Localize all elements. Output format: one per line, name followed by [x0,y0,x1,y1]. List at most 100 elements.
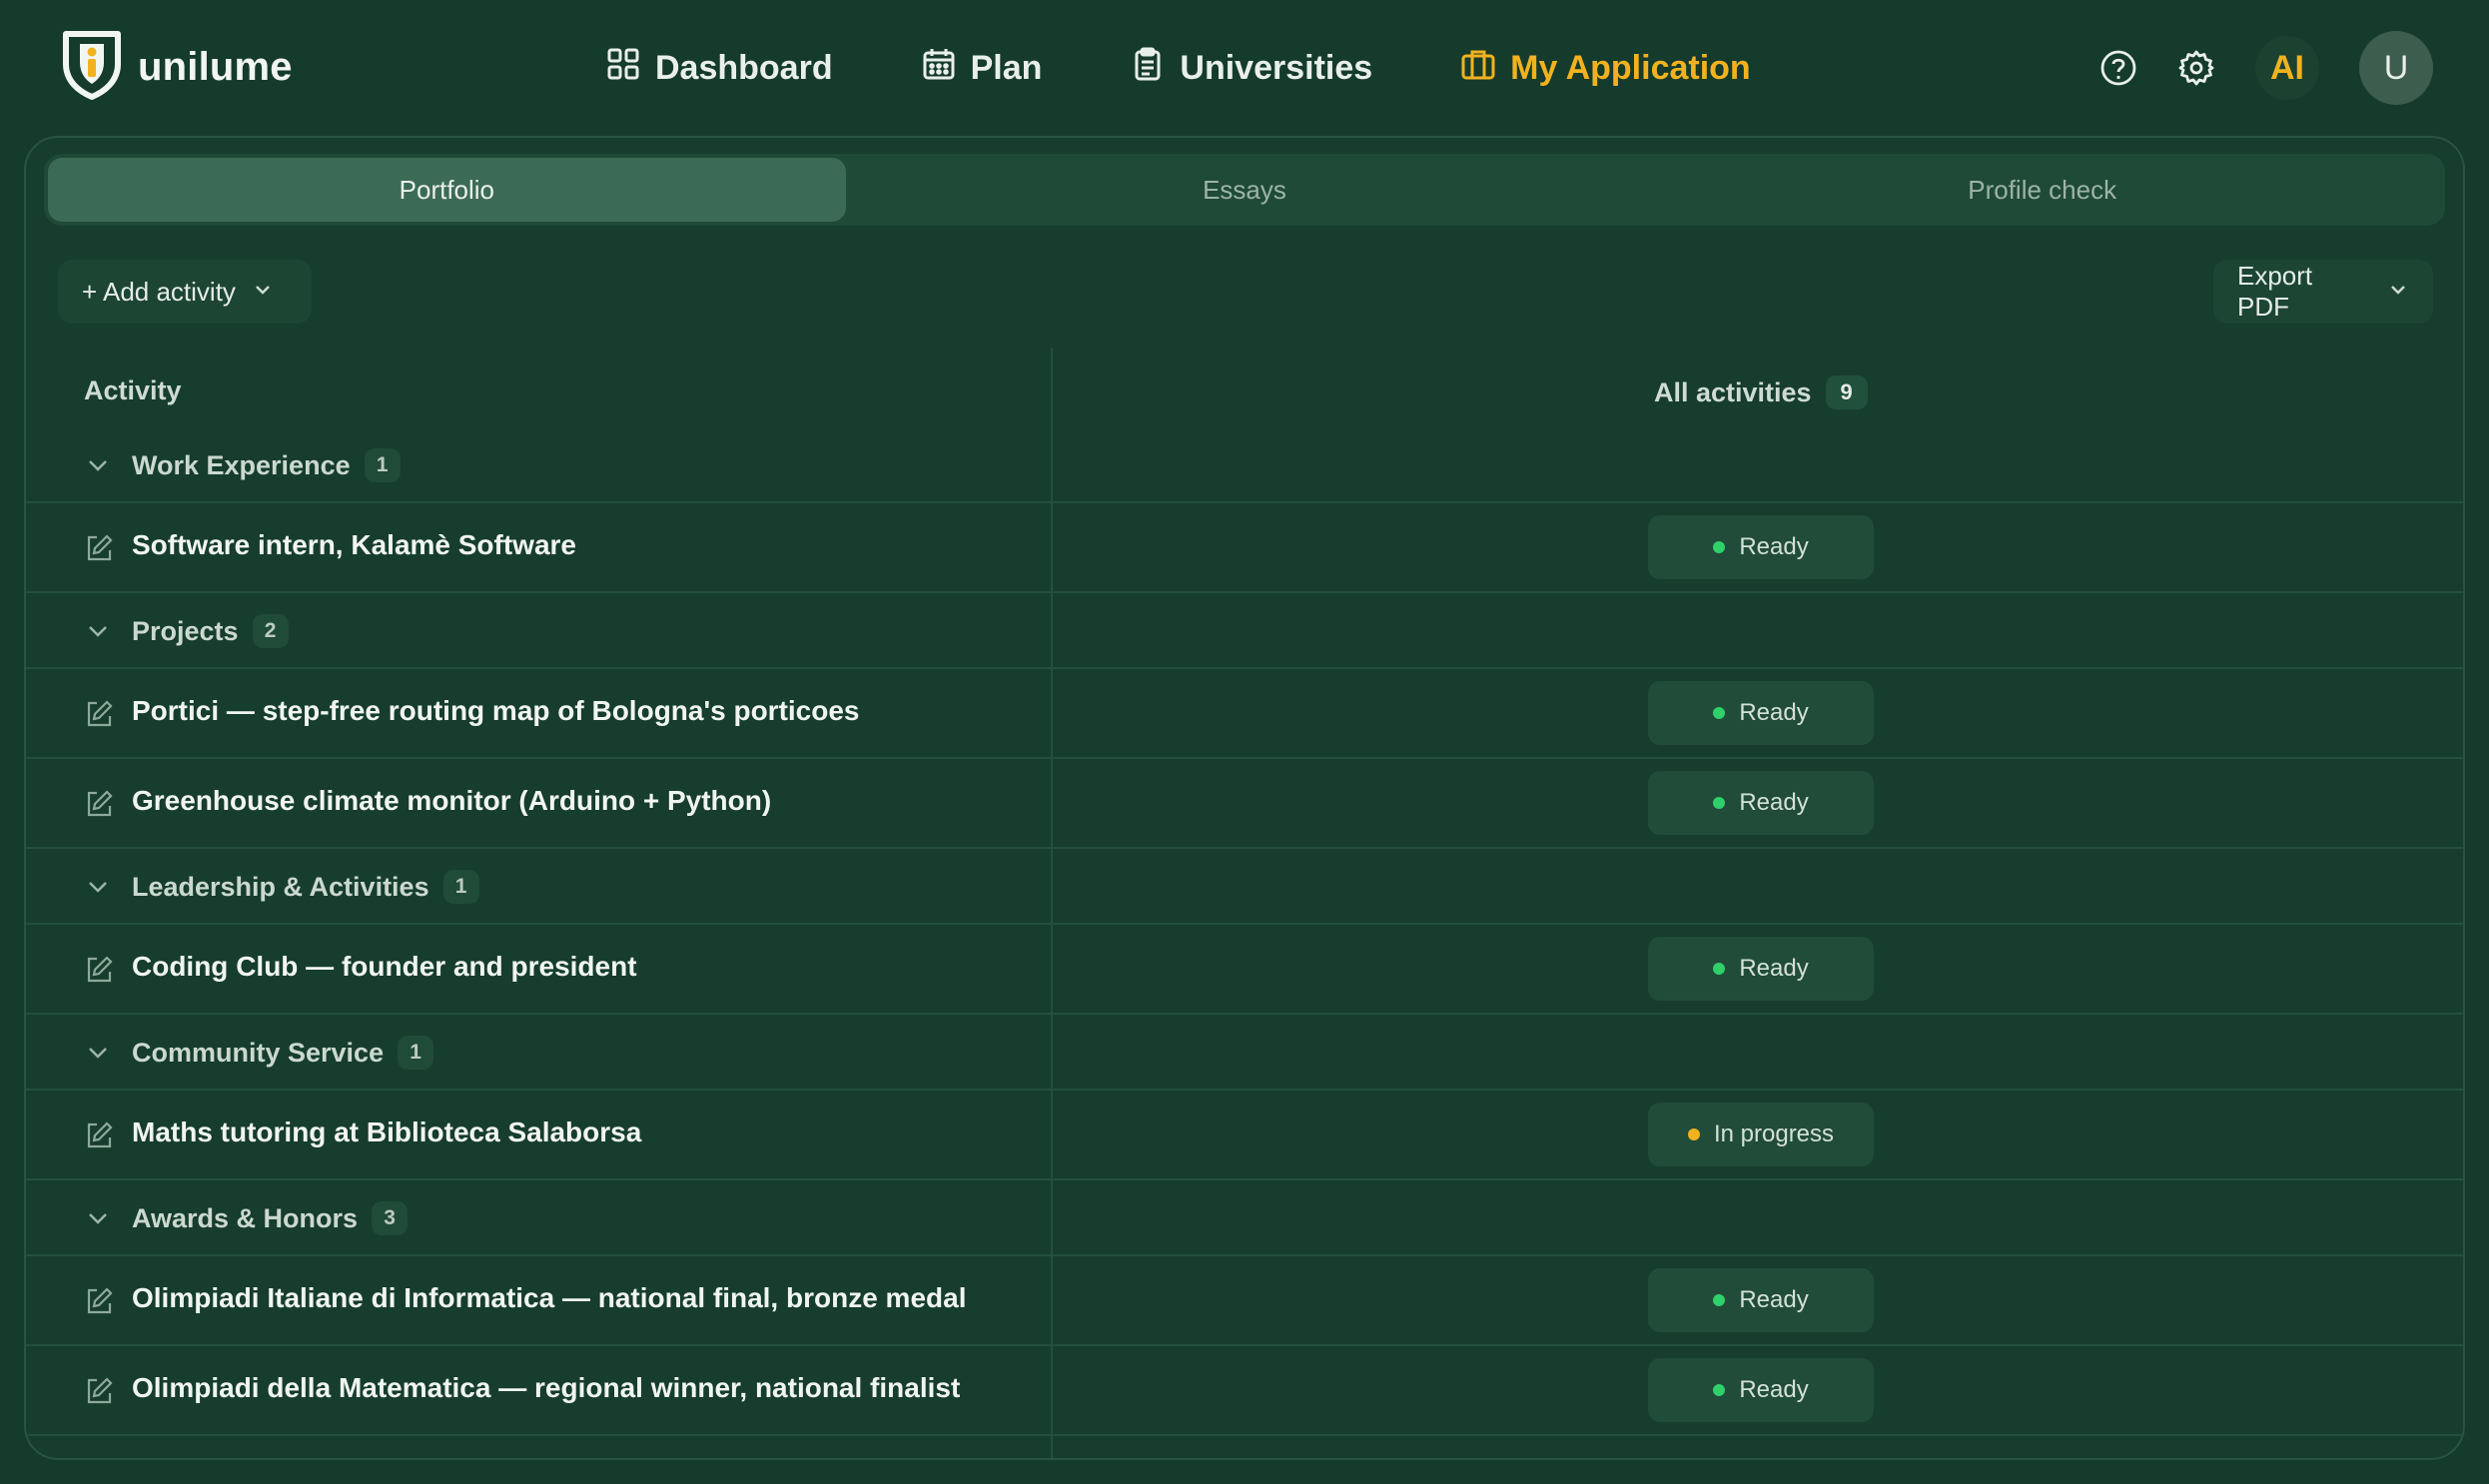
activity-table: Activity All activities 9 Work Experienc… [26,348,2463,1458]
table-row[interactable]: Greenhouse climate monitor (Arduino + Py… [26,759,2463,849]
nav-universities-label: Universities [1180,48,1373,87]
all-activities-count: 9 [1825,375,1868,409]
group-row-projects[interactable]: Projects 2 [26,593,2463,669]
tab-portfolio[interactable]: Portfolio [48,158,846,222]
edit-icon[interactable] [84,955,114,985]
brand-name: unilume [138,44,293,89]
edit-icon[interactable] [84,1120,114,1150]
status-dot [1687,1128,1700,1140]
column-header-all-activities[interactable]: All activities 9 [1654,375,1868,409]
table-row[interactable]: Olimpiadi della Matematica — regional wi… [26,1346,2463,1436]
group-count: 1 [398,1036,434,1070]
edit-icon[interactable] [84,533,114,563]
activity-title: Olimpiadi della Matematica — regional wi… [132,1372,961,1403]
status-badge[interactable]: In progress [1648,1103,1874,1166]
status-dot [1713,1294,1726,1306]
activity-title: Greenhouse climate monitor (Arduino + Py… [132,785,772,816]
activity-title: Olimpiadi Italiane di Informatica — nati… [132,1282,967,1313]
calendar-icon [921,46,957,91]
edit-icon[interactable] [84,789,114,819]
group-label: Projects 2 [132,611,289,651]
tab-profile-check[interactable]: Profile check [1643,158,2441,222]
status-label: In progress [1713,1120,1835,1147]
group-count: 1 [364,448,401,482]
tab-essays[interactable]: Essays [846,158,1644,222]
avatar[interactable]: U [2359,31,2433,105]
activity-title: Software intern, Kalamè Software [132,529,577,560]
help-icon[interactable] [2099,49,2137,87]
status-badge[interactable]: Ready [1648,771,1874,835]
group-row-awards[interactable]: Awards & Honors 3 [26,1180,2463,1256]
group-name: Work Experience [132,449,351,480]
top-navigation: unilume Dashboard Plan Universities My A… [0,0,2489,136]
group-row-community-service[interactable]: Community Service 1 [26,1015,2463,1091]
status-badge[interactable]: Ready [1648,1358,1874,1422]
edit-icon[interactable] [84,1376,114,1406]
group-label: Leadership & Activities 1 [132,867,479,907]
status-dot [1713,797,1726,809]
header-tools: AI U [2099,30,2433,106]
column-header-activity: Activity [84,375,182,405]
group-label: Work Experience 1 [132,445,401,485]
nav-dashboard[interactable]: Dashboard [605,46,833,91]
group-name: Projects [132,615,239,646]
export-pdf-label: Export PDF [2237,261,2313,322]
table-body: Work Experience 1 Software intern, Kalam… [26,427,2463,1436]
briefcase-icon [1460,46,1496,91]
table-row[interactable]: Coding Club — founder and president Read… [26,925,2463,1015]
table-row[interactable]: Software intern, Kalamè Software Ready [26,503,2463,593]
table-row[interactable]: Maths tutoring at Biblioteca Salaborsa I… [26,1091,2463,1180]
chevron-down-icon [252,277,274,308]
edit-icon[interactable] [84,1286,114,1316]
status-badge[interactable]: Ready [1648,937,1874,1001]
chevron-down-icon [89,1213,107,1224]
status-label: Ready [1739,699,1809,726]
status-label: Ready [1739,1286,1809,1313]
group-row-work-experience[interactable]: Work Experience 1 [26,427,2463,503]
all-activities-label: All activities [1654,376,1812,407]
table-row[interactable]: Portici — step-free routing map of Bolog… [26,669,2463,759]
clipboard-icon [1130,46,1166,91]
status-badge[interactable]: Ready [1648,515,1874,579]
nav-dashboard-label: Dashboard [655,48,833,87]
chevron-down-icon [2387,277,2409,308]
status-badge[interactable]: Ready [1648,681,1874,745]
brand-logo[interactable]: unilume [60,30,293,105]
status-dot [1713,1384,1726,1396]
shield-logo-icon [60,30,124,105]
group-count: 3 [372,1201,409,1235]
group-count: 2 [252,614,289,648]
nav-universities[interactable]: Universities [1130,46,1372,91]
status-dot [1713,963,1726,975]
chevron-down-icon [89,1048,107,1059]
add-activity-label: + Add activity [82,276,236,307]
ai-button[interactable]: AI [2255,36,2319,100]
group-name: Community Service [132,1037,385,1068]
chevron-down-icon [89,882,107,893]
section-tabs: Portfolio Essays Profile check [44,154,2445,226]
main-nav: Dashboard Plan Universities My Applicati… [605,36,1839,100]
edit-icon[interactable] [84,699,114,729]
status-badge[interactable]: Ready [1648,1268,1874,1332]
status-label: Ready [1739,533,1809,560]
activity-title: Maths tutoring at Biblioteca Salaborsa [132,1116,642,1147]
nav-my-application-label: My Application [1510,48,1751,87]
nav-my-application[interactable]: My Application [1460,46,1751,91]
grid-icon [605,46,641,91]
group-name: Leadership & Activities [132,871,429,902]
group-name: Awards & Honors [132,1202,359,1233]
chevron-down-icon [89,626,107,637]
gear-icon[interactable] [2177,49,2215,87]
activity-title: Portici — step-free routing map of Bolog… [132,695,860,726]
status-dot [1713,541,1726,553]
group-row-leadership[interactable]: Leadership & Activities 1 [26,849,2463,925]
group-count: 1 [442,870,479,904]
export-pdf-button[interactable]: Export PDF [2213,260,2433,324]
status-label: Ready [1739,1376,1809,1403]
nav-plan[interactable]: Plan [921,46,1042,91]
portfolio-card: Portfolio Essays Profile check + Add act… [24,136,2465,1460]
table-row[interactable]: Olimpiadi Italiane di Informatica — nati… [26,1256,2463,1346]
group-label: Community Service 1 [132,1033,434,1073]
add-activity-button[interactable]: + Add activity [58,260,312,324]
chevron-down-icon [89,460,107,471]
